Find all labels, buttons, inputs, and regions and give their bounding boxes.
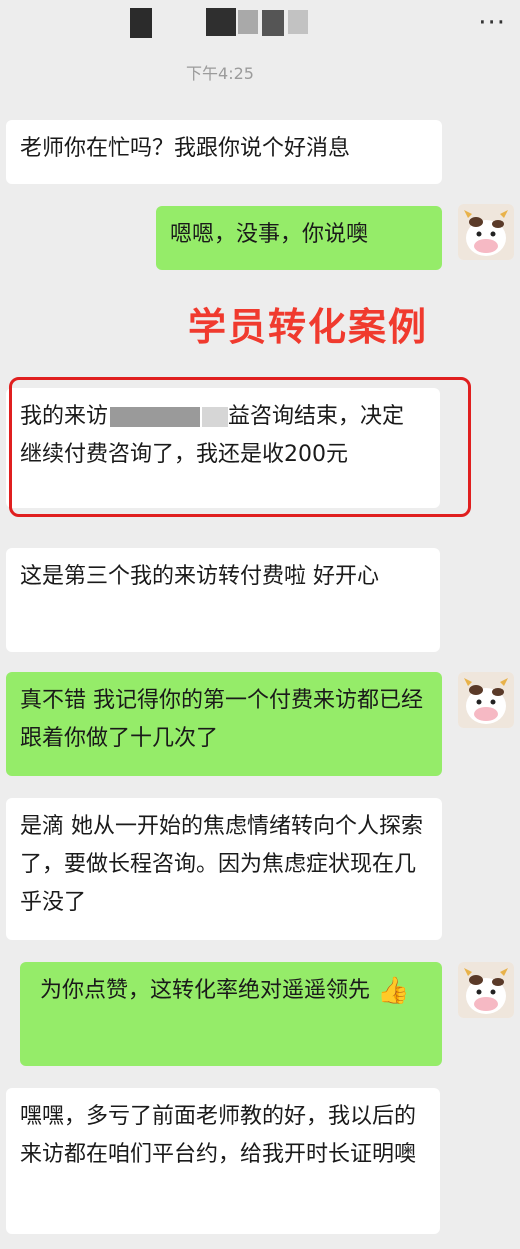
message-text: 为你点赞，这转化率绝对遥遥领先 — [40, 978, 371, 1003]
user-avatar[interactable] — [458, 962, 514, 1018]
blurred-contact-name-part — [262, 10, 284, 36]
message-bubble-sent[interactable]: 真不错 我记得你的第一个付费来访都已经跟着你做了十几次了 — [6, 672, 442, 776]
more-dots-icon[interactable]: ··· — [478, 8, 506, 38]
user-avatar[interactable] — [458, 672, 514, 728]
blurred-contact-name-part — [206, 8, 236, 36]
message-bubble-received[interactable]: 老师你在忙吗？我跟你说个好消息 — [6, 120, 442, 184]
message-timestamp: 下午4:25 — [186, 64, 254, 83]
thumbs-up-icon: 👍 — [377, 976, 410, 1006]
message-text: 真不错 我记得你的第一个付费来访都已经跟着你做了十几次了 — [20, 688, 423, 751]
message-bubble-sent[interactable]: 嗯嗯，没事，你说噢 — [156, 206, 442, 270]
blurred-contact-name-part — [238, 10, 258, 34]
message-bubble-received[interactable]: 嘿嘿，多亏了前面老师教的好，我以后的来访都在咱们平台约，给我开时长证明噢 — [6, 1088, 440, 1234]
cow-avatar-icon — [458, 672, 514, 728]
user-avatar[interactable] — [458, 204, 514, 260]
message-text: 嗯嗯，没事，你说噢 — [170, 222, 369, 247]
message-bubble-received[interactable]: 这是第三个我的来访转付费啦 好开心 — [6, 548, 440, 652]
message-bubble-sent[interactable]: 为你点赞，这转化率绝对遥遥领先 👍 — [20, 962, 442, 1066]
message-bubble-received[interactable]: 是滴 她从一开始的焦虑情绪转向个人探索了，要做长程咨询。因为焦虑症状现在几乎没了 — [6, 798, 442, 940]
cow-avatar-icon — [458, 962, 514, 1018]
chat-header: ··· — [0, 0, 520, 52]
message-text: 是滴 她从一开始的焦虑情绪转向个人探索了，要做长程咨询。因为焦虑症状现在几乎没了 — [20, 814, 423, 915]
message-text: 嘿嘿，多亏了前面老师教的好，我以后的来访都在咱们平台约，给我开时长证明噢 — [20, 1104, 417, 1167]
highlight-frame — [9, 377, 471, 517]
case-annotation-title: 学员转化案例 — [188, 305, 429, 349]
cow-avatar-icon — [458, 204, 514, 260]
blurred-contact-name — [130, 8, 152, 38]
message-text: 这是第三个我的来访转付费啦 好开心 — [20, 564, 379, 589]
blurred-contact-name-part — [288, 10, 308, 34]
message-text: 老师你在忙吗？我跟你说个好消息 — [20, 136, 351, 161]
